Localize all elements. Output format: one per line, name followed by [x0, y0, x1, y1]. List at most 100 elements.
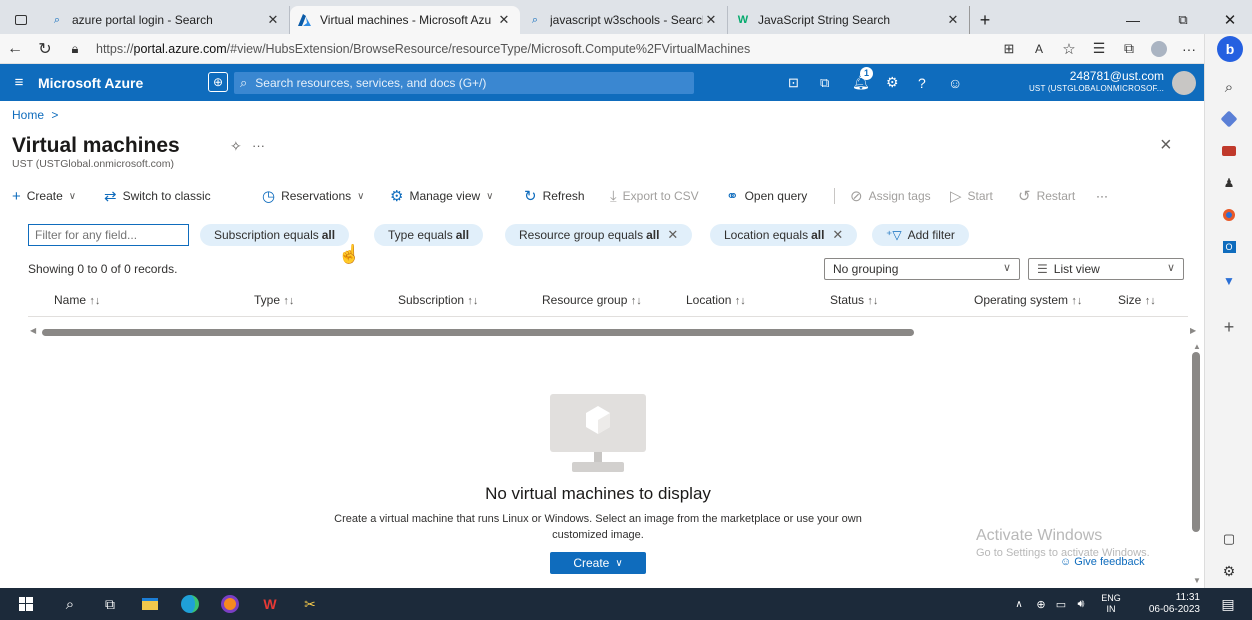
column-header-size[interactable]: Size ↑↓	[1118, 293, 1156, 307]
browser-tab-3[interactable]: ⌕ javascript w3schools - Search ✕	[520, 6, 728, 34]
column-header-subscription[interactable]: Subscription ↑↓	[398, 293, 478, 307]
pin-icon[interactable]: ✧	[230, 138, 242, 155]
games-icon[interactable]: ♟	[1217, 172, 1241, 194]
empty-create-button[interactable]: Create ∨	[550, 552, 646, 574]
scroll-right-arrow[interactable]: ▶	[1190, 326, 1196, 335]
lock-icon[interactable]: 🔒︎	[60, 41, 90, 57]
drop-icon[interactable]: ▼	[1217, 270, 1241, 292]
close-window-button[interactable]: ✕	[1208, 6, 1252, 34]
minimize-button[interactable]: —	[1108, 6, 1158, 34]
more-icon[interactable]: ···	[1174, 41, 1204, 57]
task-view-icon[interactable]: ⧉	[94, 588, 126, 620]
restore-button[interactable]: ⧉	[1158, 6, 1208, 34]
browser-tab-2-active[interactable]: Virtual machines - Microsoft Azu ✕	[290, 6, 520, 34]
export-csv-button[interactable]: ⤓ Export to CSV	[610, 186, 699, 206]
horizontal-scrollbar-thumb[interactable]	[42, 329, 914, 336]
close-tab-icon[interactable]: ✕	[496, 12, 512, 28]
feedback-icon[interactable]: ☺	[948, 75, 962, 91]
column-header-status[interactable]: Status ↑↓	[830, 293, 878, 307]
scroll-down-arrow[interactable]: ▼	[1193, 576, 1201, 585]
url-field[interactable]: https://portal.azure.com/#view/HubsExten…	[96, 42, 994, 56]
tools-briefcase-icon[interactable]	[1217, 140, 1241, 162]
add-sidebar-app-icon[interactable]: +	[1217, 316, 1241, 338]
close-tab-icon[interactable]: ✕	[265, 12, 281, 28]
give-feedback-link[interactable]: ☺ Give feedback	[1060, 556, 1145, 568]
gear-icon[interactable]: ⚙	[1217, 560, 1241, 582]
profile-avatar[interactable]	[1144, 38, 1174, 59]
edge-icon[interactable]	[174, 588, 206, 620]
account-info[interactable]: 248781@ust.com UST (USTGLOBALONMICROSOF.…	[1008, 69, 1164, 93]
more-options-button[interactable]: ···	[252, 138, 265, 153]
scroll-up-arrow[interactable]: ▲	[1193, 342, 1201, 351]
filter-pill-subscription[interactable]: Subscription equals all	[200, 224, 350, 246]
cloud-shell-icon[interactable]: ⊡	[788, 75, 799, 91]
tab-actions-button[interactable]	[0, 6, 42, 34]
switch-to-classic-button[interactable]: ⇄ Switch to classic	[104, 186, 211, 206]
favorite-star-icon[interactable]: ☆	[1054, 40, 1084, 58]
close-tab-icon[interactable]: ✕	[945, 12, 961, 28]
open-query-button[interactable]: ⚭ Open query	[726, 186, 807, 206]
file-explorer-icon[interactable]	[134, 588, 166, 620]
column-header-name[interactable]: Name ↑↓	[54, 293, 100, 307]
wps-office-icon[interactable]: W	[254, 588, 286, 620]
column-header-location[interactable]: Location ↑↓	[686, 293, 746, 307]
windows-start-button[interactable]	[10, 588, 42, 620]
refresh-icon[interactable]: ↻	[30, 39, 60, 59]
start-button[interactable]: ▷ Start	[950, 186, 993, 206]
column-header-type[interactable]: Type ↑↓	[254, 293, 294, 307]
close-blade-button[interactable]: ×	[1160, 134, 1172, 157]
firefox-icon[interactable]	[214, 588, 246, 620]
network-icon[interactable]: ⊕	[1032, 588, 1050, 620]
global-search-input[interactable]: ⌕ Search resources, services, and docs (…	[234, 72, 694, 94]
gear-icon[interactable]: ⚙	[886, 74, 899, 91]
scroll-left-arrow[interactable]: ◀	[30, 326, 36, 335]
clock[interactable]: 11:31 06-06-2023	[1134, 588, 1200, 620]
remove-filter-icon[interactable]: ✕	[667, 227, 678, 243]
search-icon[interactable]: ⌕	[1217, 76, 1241, 98]
outlook-icon[interactable]: O	[1217, 236, 1241, 258]
snipping-tool-icon[interactable]: ✂	[294, 588, 326, 620]
filter-input[interactable]	[28, 224, 189, 246]
view-select[interactable]: ☰ List view ∨	[1028, 258, 1184, 280]
avatar[interactable]	[1172, 71, 1196, 95]
filter-pill-type[interactable]: Type equals all	[374, 224, 484, 246]
remove-filter-icon[interactable]: ✕	[832, 227, 843, 243]
filter-pill-resource-group[interactable]: Resource group equals all ✕	[505, 224, 693, 246]
favorites-icon[interactable]: ☰	[1084, 40, 1114, 57]
column-header-resource-group[interactable]: Resource group ↑↓	[542, 293, 642, 307]
office-icon[interactable]	[1217, 204, 1241, 226]
toolbar-more-button[interactable]: ···	[1096, 186, 1108, 206]
reservations-button[interactable]: ◷ Reservations ∨	[262, 186, 364, 206]
refresh-button[interactable]: ↻ Refresh	[524, 186, 585, 206]
search-icon[interactable]: ⌕	[54, 588, 86, 620]
restart-button[interactable]: ↺ Restart	[1018, 186, 1075, 206]
notification-center-icon[interactable]: ▤	[1214, 588, 1242, 620]
directory-filter-icon[interactable]: ⧉	[820, 75, 829, 91]
bing-icon[interactable]: b	[1217, 36, 1243, 62]
monitor-icon[interactable]: ▭	[1052, 588, 1070, 620]
close-tab-icon[interactable]: ✕	[703, 12, 719, 28]
add-filter-button[interactable]: ⁺▽ Add filter	[872, 224, 969, 246]
read-aloud-icon[interactable]: A	[1024, 42, 1054, 56]
help-icon[interactable]: ?	[918, 75, 926, 91]
collections-icon[interactable]: ⧉	[1114, 40, 1144, 57]
manage-view-button[interactable]: ⚙ Manage view ∨	[390, 186, 494, 206]
breadcrumb-home[interactable]: Home	[12, 108, 44, 122]
browser-tab-1[interactable]: ⌕ azure portal login - Search ✕	[42, 6, 290, 34]
assign-tags-button[interactable]: ⊘ Assign tags	[850, 186, 931, 206]
language-indicator[interactable]: ENG IN	[1094, 588, 1128, 620]
shopping-tag-icon[interactable]	[1217, 108, 1241, 130]
filter-pill-location[interactable]: Location equals all ✕	[710, 224, 858, 246]
hamburger-menu-icon[interactable]: ≡	[0, 74, 38, 91]
column-header-operating-system[interactable]: Operating system ↑↓	[974, 293, 1082, 307]
create-button[interactable]: + Create ∨	[12, 186, 76, 206]
chevron-up-icon[interactable]: ∧	[1010, 588, 1028, 620]
browser-tab-4[interactable]: W JavaScript String Search ✕	[728, 6, 970, 34]
upgrade-icon[interactable]: ⊕	[208, 72, 228, 92]
grouping-select[interactable]: No grouping ∨	[824, 258, 1020, 280]
volume-icon[interactable]: 🔊︎	[1072, 588, 1090, 620]
sidebar-layout-icon[interactable]: ▢	[1217, 528, 1241, 550]
back-arrow-icon[interactable]: ←	[0, 40, 30, 58]
new-tab-button[interactable]: +	[970, 6, 1000, 34]
app-available-icon[interactable]: ⊞	[994, 41, 1024, 57]
